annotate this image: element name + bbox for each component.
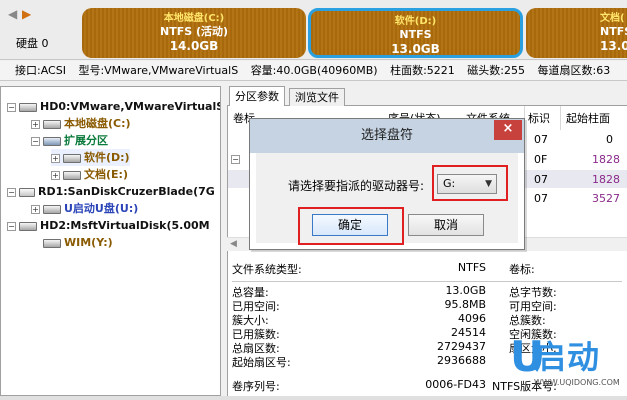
expand-icon[interactable]: + <box>51 170 60 180</box>
tree-item-y[interactable]: WIM(Y:) <box>43 234 113 251</box>
disk-label: 硬盘 0 <box>16 37 49 50</box>
close-icon[interactable]: × <box>494 120 522 140</box>
tree-item-hd2[interactable]: − HD2:MsftVirtualDisk(5.00M <box>7 217 210 234</box>
detail-value: 13.0GB <box>445 284 486 297</box>
tree-item-u[interactable]: + U启动U盘(U:) <box>31 200 138 217</box>
partition-size: 14.0GB <box>169 39 219 53</box>
partition-icon <box>43 119 61 129</box>
expand-icon[interactable]: + <box>31 204 40 214</box>
dialog-title: 选择盘符 <box>250 119 524 153</box>
table-cell: 1828 <box>592 173 620 186</box>
collapse-icon[interactable]: − <box>231 155 240 164</box>
detail-value: 0006-FD43 <box>425 378 486 391</box>
hard-disk-icon <box>19 102 37 112</box>
collapse-icon[interactable]: − <box>31 136 40 146</box>
tree-item-extended[interactable]: − 扩展分区 <box>31 132 108 149</box>
partition-icon <box>63 170 81 180</box>
tree-item-label: 软件(D:) <box>84 151 130 164</box>
detail-value: 95.8MB <box>444 298 486 311</box>
annotation-highlight-box <box>298 207 404 245</box>
model-info: 型号:VMware,VMwareVirtualS <box>78 64 239 77</box>
cylinders-info: 柱面数:5221 <box>390 64 455 77</box>
hard-disk-icon <box>19 221 37 231</box>
tree-item-label: 文档(E:) <box>84 168 128 181</box>
partition-icon <box>63 153 81 163</box>
detail-label: 文件系统类型: <box>232 263 302 276</box>
partition-icon <box>43 238 61 248</box>
tree-item-rd1[interactable]: − RD1:SanDiskCruzerBlade(7G <box>7 183 215 200</box>
detail-value: 24514 <box>451 326 486 339</box>
table-cell: 07 <box>534 192 548 205</box>
annotation-highlight-box <box>432 165 508 201</box>
tree-item-label: U启动U盘(U:) <box>64 202 139 215</box>
scroll-left-icon[interactable]: ◀ <box>230 239 237 249</box>
partition-size: 13.0GB <box>391 42 440 56</box>
capacity-info: 容量:40.0GB(40960MB) <box>250 64 378 77</box>
tree-item-c[interactable]: + 本地磁盘(C:) <box>31 115 131 132</box>
collapse-icon[interactable]: − <box>7 187 16 197</box>
tab-browse-files[interactable]: 浏览文件 <box>289 88 345 107</box>
disk-map-bar: ◀ ▶ 硬盘 0 本地磁盘(C:) NTFS (活动) 14.0GB 软件(D:… <box>0 0 627 60</box>
partition-name: 软件(D:) <box>394 16 437 27</box>
tree-item-label: WIM(Y:) <box>64 236 113 249</box>
tree-item-e[interactable]: + 文档(E:) <box>51 166 128 183</box>
u-qidong-logo: U 启动 WWW.UQIDONG.COM <box>510 332 627 394</box>
cancel-button[interactable]: 取消 <box>408 214 484 236</box>
nav-back-icon[interactable]: ◀ <box>8 7 17 21</box>
tab-bar: 分区参数 浏览文件 <box>227 86 627 107</box>
detail-label: 起始扇区号: <box>232 356 291 369</box>
column-header[interactable]: 起始柱面 <box>566 110 610 126</box>
partition-e[interactable]: 文档( NTFS 13.0 <box>526 8 627 58</box>
partition-size: 13.0 <box>600 39 627 53</box>
interface-info: 接口:ACSI <box>15 64 66 77</box>
disk-info-line: 接口:ACSI 型号:VMware,VMwareVirtualS 容量:40.0… <box>0 61 627 81</box>
detail-value: 2936688 <box>437 354 486 367</box>
extended-partition-icon <box>43 136 61 146</box>
partition-c[interactable]: 本地磁盘(C:) NTFS (活动) 14.0GB <box>82 8 306 58</box>
disk-tree: − HD0:VMware,VMwareVirtualS + 本地磁盘(C:) − 扩展… <box>0 86 221 396</box>
partition-fs: NTFS <box>600 25 627 38</box>
detail-value: 4096 <box>458 312 486 325</box>
partition-fs: NTFS <box>399 28 432 41</box>
detail-value: NTFS <box>457 261 486 274</box>
sectors-info: 每道扇区数:63 <box>537 64 611 77</box>
drive-letter-prompt: 请选择要指派的驱动器号: <box>288 179 425 193</box>
table-cell: 07 <box>534 173 548 186</box>
partition-fs: NTFS (活动) <box>159 25 229 38</box>
status-bar <box>0 396 627 400</box>
tree-item-label: 本地磁盘(C:) <box>64 117 131 130</box>
usb-drive-icon <box>19 187 35 197</box>
column-header[interactable]: 标识 <box>528 110 550 126</box>
select-drive-letter-dialog: 选择盘符 × 请选择要指派的驱动器号: G: ▼ 确定 取消 <box>249 118 525 250</box>
tree-item-d[interactable]: + 软件(D:) <box>51 149 130 166</box>
detail-label: 卷序列号: <box>232 380 280 393</box>
expand-icon[interactable]: + <box>51 153 60 163</box>
collapse-icon[interactable]: − <box>7 221 16 231</box>
table-cell: 3527 <box>592 192 620 205</box>
dialog-body: 请选择要指派的驱动器号: G: ▼ 确定 取消 <box>256 153 518 245</box>
tab-partition-params[interactable]: 分区参数 <box>229 86 285 107</box>
tree-item-label: 扩展分区 <box>64 134 108 147</box>
partition-d[interactable]: 软件(D:) NTFS 13.0GB <box>308 8 523 58</box>
heads-info: 磁头数:255 <box>467 64 525 77</box>
tree-item-hd0[interactable]: − HD0:VMware,VMwareVirtualS <box>7 98 221 115</box>
tree-item-label: HD2:MsftVirtualDisk(5.00M <box>40 219 210 232</box>
detail-value: 2729437 <box>437 340 486 353</box>
tree-item-label: HD0:VMware,VMwareVirtualS <box>40 100 221 113</box>
logo-url: WWW.UQIDONG.COM <box>534 378 620 387</box>
collapse-icon[interactable]: − <box>7 102 16 112</box>
table-cell: 0 <box>606 133 613 146</box>
tree-item-label: RD1:SanDiskCruzerBlade(7G <box>38 185 215 198</box>
detail-label: 卷标: <box>509 263 535 276</box>
expand-icon[interactable]: + <box>31 119 40 129</box>
logo-text: 启动 <box>534 338 601 376</box>
table-cell: 07 <box>534 133 548 146</box>
nav-forward-icon[interactable]: ▶ <box>22 7 31 21</box>
partition-name: 本地磁盘(C:) <box>163 13 225 24</box>
partition-icon <box>43 204 61 214</box>
table-cell: 1828 <box>592 153 620 166</box>
table-cell: 0F <box>534 153 548 166</box>
partition-name: 文档( <box>600 13 625 24</box>
